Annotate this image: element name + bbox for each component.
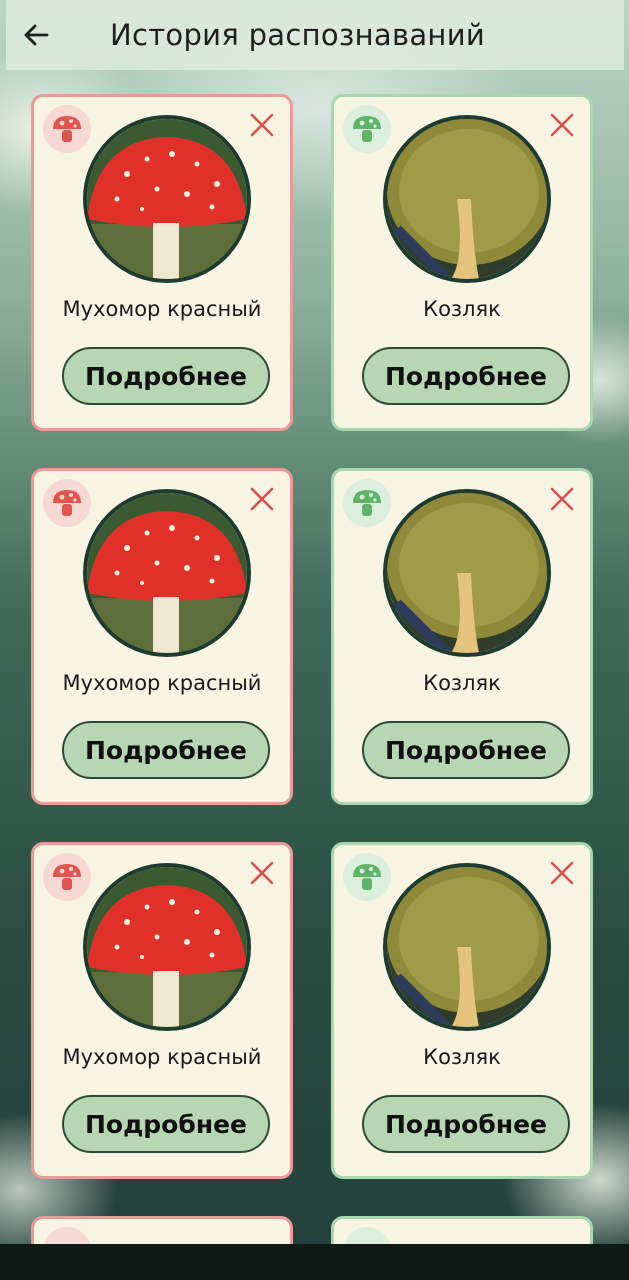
mushroom-photo [83,489,251,657]
mushroom-photo [83,863,251,1031]
close-icon[interactable] [248,111,276,139]
mushroom-photo [383,863,551,1031]
mushroom-name: Козляк [423,1045,501,1069]
details-button[interactable]: Подробнее [362,347,570,405]
mushroom-name: Мухомор красный [62,671,262,695]
mushroom-name: Мухомор красный [62,297,262,321]
history-card: Козляк Подробнее [331,842,593,1179]
details-button[interactable]: Подробнее [362,1095,570,1153]
details-button[interactable]: Подробнее [62,347,270,405]
details-button[interactable]: Подробнее [362,721,570,779]
page-title: История распознаваний [110,18,485,52]
arrow-left-icon [24,24,49,46]
mushroom-icon [43,853,91,901]
mushroom-icon [343,105,391,153]
close-icon[interactable] [248,485,276,513]
close-icon[interactable] [548,859,576,887]
mushroom-icon [43,105,91,153]
history-card: Мухомор красный Подробнее [31,94,293,431]
mushroom-icon [43,479,91,527]
history-card: Мухомор красный Подробнее [31,842,293,1179]
history-card: Козляк Подробнее [331,94,593,431]
mushroom-photo [383,115,551,283]
system-nav-bar [0,1244,629,1280]
history-card: Мухомор красный Подробнее [31,468,293,805]
app-bar: История распознаваний [6,0,624,70]
history-card: Козляк Подробнее [331,468,593,805]
mushroom-photo [83,115,251,283]
mushroom-name: Козляк [423,297,501,321]
mushroom-icon [343,479,391,527]
details-button[interactable]: Подробнее [62,721,270,779]
close-icon[interactable] [548,111,576,139]
close-icon[interactable] [248,859,276,887]
mushroom-icon [343,853,391,901]
mushroom-name: Козляк [423,671,501,695]
details-button[interactable]: Подробнее [62,1095,270,1153]
close-icon[interactable] [548,485,576,513]
back-button[interactable] [6,0,66,70]
mushroom-photo [383,489,551,657]
mushroom-name: Мухомор красный [62,1045,262,1069]
